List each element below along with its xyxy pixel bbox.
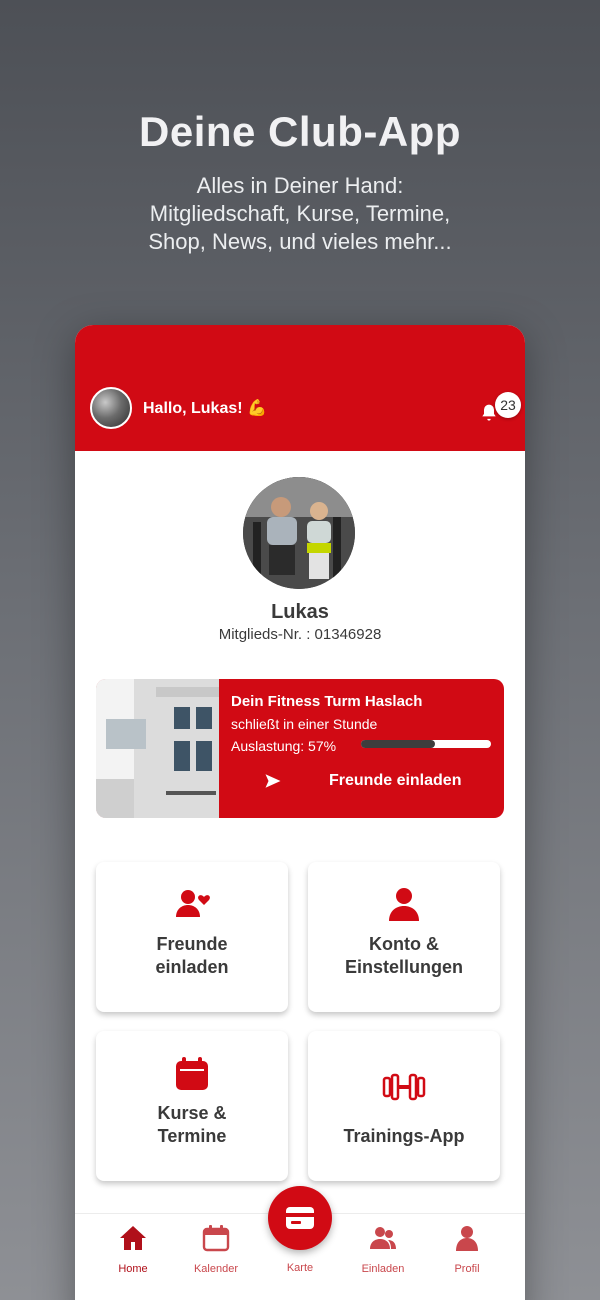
nav-label: Einladen	[361, 1263, 405, 1275]
card-icon	[286, 1207, 314, 1229]
nav-calendar[interactable]: Kalender	[176, 1224, 256, 1275]
promo-subtitle-line: Shop, News, und vieles mehr...	[148, 229, 452, 254]
promo-subtitle-line: Alles in Deiner Hand:	[196, 173, 404, 198]
calendar-icon	[202, 1225, 230, 1252]
people-icon	[370, 1227, 396, 1249]
nav-invite[interactable]: Einladen	[343, 1224, 423, 1275]
nav-label: Profil	[454, 1263, 480, 1275]
tile-label: Termine	[157, 1126, 227, 1146]
calendar-icon	[176, 1057, 208, 1090]
nav-profile[interactable]: Profil	[427, 1224, 507, 1275]
dumbbell-icon	[382, 1073, 426, 1101]
profile-photo[interactable]	[243, 477, 355, 589]
studio-load-label: Auslastung: 57%	[231, 738, 337, 754]
tile-label: einladen	[155, 957, 229, 977]
nav-label: Karte	[286, 1262, 314, 1274]
studio-opening-status: schließt in einer Stunde	[231, 716, 378, 732]
notification-badge[interactable]: 23	[495, 392, 521, 418]
invite-friend-icon	[176, 890, 210, 917]
send-icon	[265, 774, 281, 788]
tile-label: Trainings-App	[343, 1126, 465, 1146]
studio-building-image	[96, 679, 219, 818]
promo-subtitle-line: Mitgliedschaft, Kurse, Termine,	[149, 201, 451, 226]
tile-training-app[interactable]: Trainings-App	[308, 1031, 500, 1181]
app-header: Hallo, Lukas! 💪 23	[75, 325, 525, 451]
person-icon	[456, 1226, 478, 1251]
tile-label: Konto &	[369, 934, 439, 954]
tile-label: Freunde	[156, 934, 228, 954]
app-screen: Hallo, Lukas! 💪 23 Lukas Mitglieds-Nr. :…	[75, 325, 525, 1300]
tile-courses-appointments[interactable]: Kurse & Termine	[96, 1031, 288, 1181]
invite-friends-label: Freunde einladen	[329, 772, 462, 789]
home-icon	[120, 1226, 146, 1250]
tile-account-settings[interactable]: Konto & Einstellungen	[308, 862, 500, 1012]
profile-name: Lukas	[271, 601, 329, 623]
load-progress-fill	[361, 740, 436, 748]
tile-label: Kurse &	[157, 1103, 227, 1123]
invite-friends-button[interactable]: Freunde einladen	[231, 767, 491, 797]
membership-card-button[interactable]	[268, 1186, 332, 1250]
studio-name: Dein Fitness Turm Haslach	[231, 693, 423, 710]
promo-subtitle: Alles in Deiner Hand: Mitgliedschaft, Ku…	[0, 172, 600, 256]
greeting-text: Hallo, Lukas! 💪	[143, 400, 267, 417]
nav-home[interactable]: Home	[93, 1224, 173, 1275]
tile-invite-friends[interactable]: Freunde einladen	[96, 862, 288, 1012]
promo-title: Deine Club-App	[139, 108, 461, 155]
nav-label: Kalender	[193, 1263, 239, 1275]
studio-card[interactable]: Dein Fitness Turm Haslach schließt in ei…	[96, 679, 504, 818]
person-icon	[389, 888, 419, 921]
user-avatar[interactable]	[90, 387, 132, 429]
member-number: Mitglieds-Nr. : 01346928	[218, 626, 382, 643]
load-progress-bar	[361, 740, 491, 748]
nav-label: Home	[118, 1263, 148, 1275]
tile-label: Einstellungen	[344, 957, 463, 977]
